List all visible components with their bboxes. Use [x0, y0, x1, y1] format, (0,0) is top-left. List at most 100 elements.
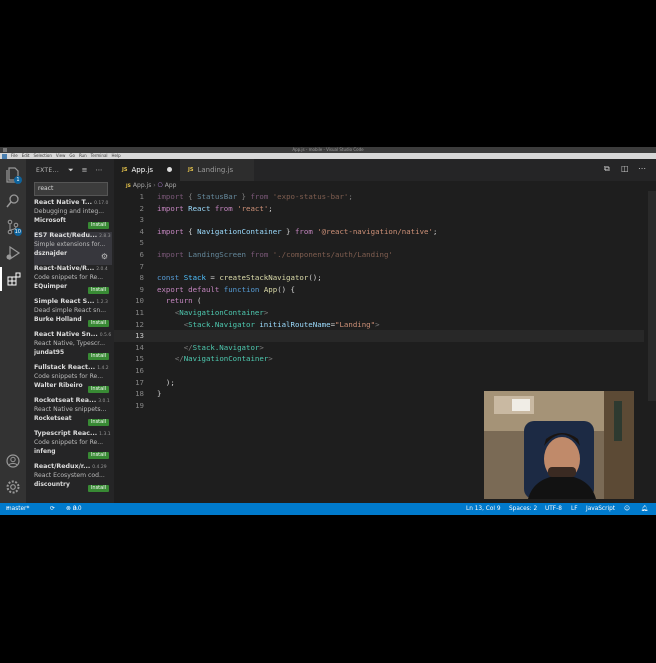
status-bar: ⑂ master* ⟳ ⊗ 0 ⚠ 0 Ln 13, Col 9 Spaces:…: [0, 503, 656, 515]
error-count: 0: [72, 506, 77, 512]
more-actions-icon[interactable]: ⋯: [95, 166, 102, 174]
extension-name: ES7 React/Redu...: [34, 232, 98, 239]
line-number: 15: [135, 354, 144, 364]
code-line[interactable]: 7: [114, 261, 644, 273]
branch-name: master*: [6, 506, 30, 512]
extension-item[interactable]: Typescript Reac... 1.3.1 Code snippets fo…: [34, 430, 112, 463]
line-number: 19: [135, 400, 144, 410]
sync-icon[interactable]: ⟳: [50, 503, 55, 515]
line-number: 10: [135, 296, 144, 306]
code-line[interactable]: 9 export default function App() {: [114, 284, 644, 296]
code-text: return (: [165, 296, 202, 306]
code-line[interactable]: 6 import LandingScreen from './components…: [114, 249, 644, 261]
line-number: 9: [139, 284, 144, 294]
install-button[interactable]: Install: [87, 452, 109, 459]
extension-item[interactable]: Rocketseat Rea... 3.0.1 React Native snip…: [34, 397, 112, 430]
extension-settings-gear-icon[interactable]: ⚙: [101, 252, 108, 261]
tab-landing-js[interactable]: JS Landing.js: [180, 159, 254, 181]
extension-version: 0.4.29: [92, 465, 107, 470]
extension-publisher: discountry: [34, 481, 70, 488]
editor-scrollbar[interactable]: [648, 191, 656, 401]
line-number: 8: [139, 273, 144, 283]
cursor-position[interactable]: Ln 13, Col 9: [466, 503, 501, 515]
run-debug-button[interactable]: [0, 241, 26, 265]
code-line[interactable]: 14 </Stack.Navigator>: [114, 342, 644, 354]
notifications-bell-icon[interactable]: 🔔︎: [641, 503, 648, 515]
code-line[interactable]: 11 <NavigationContainer>: [114, 307, 644, 319]
code-line[interactable]: 12 <Stack.Navigator initialRouteName="La…: [114, 319, 644, 331]
webcam-overlay: [484, 391, 634, 499]
source-control-button[interactable]: 10: [0, 215, 26, 239]
breadcrumb: JS App.js › ⎔ App: [126, 182, 177, 189]
manage-button[interactable]: [0, 475, 26, 499]
code-line[interactable]: 10 return (: [114, 295, 644, 307]
source-control-badge: 10: [13, 228, 22, 236]
install-button[interactable]: Install: [87, 485, 109, 492]
code-line[interactable]: 4 import { NavigationContainer } from '@r…: [114, 226, 644, 238]
line-number: 13: [135, 331, 144, 341]
code-line[interactable]: 1 import { StatusBar } from 'expo-status-…: [114, 191, 644, 203]
breadcrumb-symbol[interactable]: App: [165, 182, 177, 189]
split-editor-icon[interactable]: ◫: [621, 164, 629, 173]
extension-item[interactable]: Fullstack React... 1.4.2 Code snippets fo…: [34, 364, 112, 397]
install-button[interactable]: Install: [87, 353, 109, 360]
vscode-logo-icon: [2, 153, 7, 159]
code-line-current[interactable]: 13: [114, 330, 644, 342]
code-text: export default function App() {: [157, 284, 295, 294]
language-mode[interactable]: JavaScript: [586, 503, 615, 515]
extension-description: Dead simple React sn...: [34, 307, 106, 314]
more-actions-icon[interactable]: ⋯: [638, 164, 646, 173]
install-button[interactable]: Install: [87, 320, 109, 327]
extension-publisher: Rocketseat: [34, 415, 72, 422]
code-text: );: [157, 377, 175, 387]
code-text: <Stack.Navigator initialRouteName="Landi…: [183, 319, 380, 329]
manage-gear-icon: [6, 480, 20, 494]
code-line[interactable]: 16: [114, 365, 644, 377]
breadcrumb-file[interactable]: App.js: [133, 182, 151, 189]
code-line[interactable]: 2 import React from 'react';: [114, 203, 644, 215]
explorer-button[interactable]: 1: [0, 163, 26, 187]
extension-item[interactable]: Simple React S... 1.2.3 Dead simple React…: [34, 298, 112, 331]
tab-app-js[interactable]: JS App.js: [114, 159, 180, 181]
encoding[interactable]: UTF-8: [545, 503, 562, 515]
install-button[interactable]: Install: [87, 386, 109, 393]
code-line[interactable]: 5: [114, 237, 644, 249]
line-number: 17: [135, 377, 144, 387]
extension-version: 2.8.3: [99, 234, 111, 239]
install-button[interactable]: Install: [87, 287, 109, 294]
filter-icon[interactable]: ⏷: [68, 166, 74, 175]
feedback-icon[interactable]: ☺: [624, 503, 630, 515]
problems-indicator[interactable]: ⊗ 0 ⚠ 0: [66, 503, 82, 515]
install-button[interactable]: Install: [87, 222, 109, 229]
code-line[interactable]: 17 );: [114, 377, 644, 389]
line-number: 14: [135, 342, 144, 352]
clear-results-icon[interactable]: ≡: [82, 166, 88, 174]
line-number: 3: [139, 215, 144, 225]
search-button[interactable]: [0, 189, 26, 213]
line-number: 7: [139, 261, 144, 271]
extension-item[interactable]: React-Native/R... 2.0.4 Code snippets for…: [34, 265, 112, 298]
open-changes-icon[interactable]: ⧉: [604, 164, 610, 174]
extension-item[interactable]: React/Redux/r... 0.4.29 React Ecosystem c…: [34, 463, 112, 496]
extension-search-input[interactable]: react: [34, 182, 108, 196]
extension-item[interactable]: React Native T... 0.17.0 Debugging and in…: [34, 199, 112, 232]
unsaved-dot-icon[interactable]: [167, 167, 172, 172]
extension-publisher: dsznajder: [34, 250, 68, 257]
code-line[interactable]: 3: [114, 214, 644, 226]
extension-description: Simple extensions for...: [34, 241, 106, 248]
extensions-button[interactable]: [0, 267, 26, 291]
extension-version: 1.3.1: [99, 432, 111, 437]
editor-tabs: JS App.js JS Landing.js ⧉ ◫ ⋯: [114, 159, 656, 181]
extension-publisher: Walter Ribeiro: [34, 382, 83, 389]
install-button[interactable]: Install: [87, 419, 109, 426]
code-line[interactable]: 15 </NavigationContainer>: [114, 353, 644, 365]
end-of-line[interactable]: LF: [571, 503, 578, 515]
extension-description: Debugging and integ...: [34, 208, 105, 215]
extension-item[interactable]: React Native Sn... 0.5.6 React Native, Ty…: [34, 331, 112, 364]
extension-publisher: infeng: [34, 448, 56, 455]
code-line[interactable]: 8 const Stack = createStackNavigator();: [114, 272, 644, 284]
code-text: import React from 'react';: [157, 203, 273, 213]
accounts-button[interactable]: [0, 449, 26, 473]
indentation[interactable]: Spaces: 2: [509, 503, 537, 515]
extension-item[interactable]: ES7 React/Redu... 2.8.3 Simple extensions…: [34, 232, 112, 265]
